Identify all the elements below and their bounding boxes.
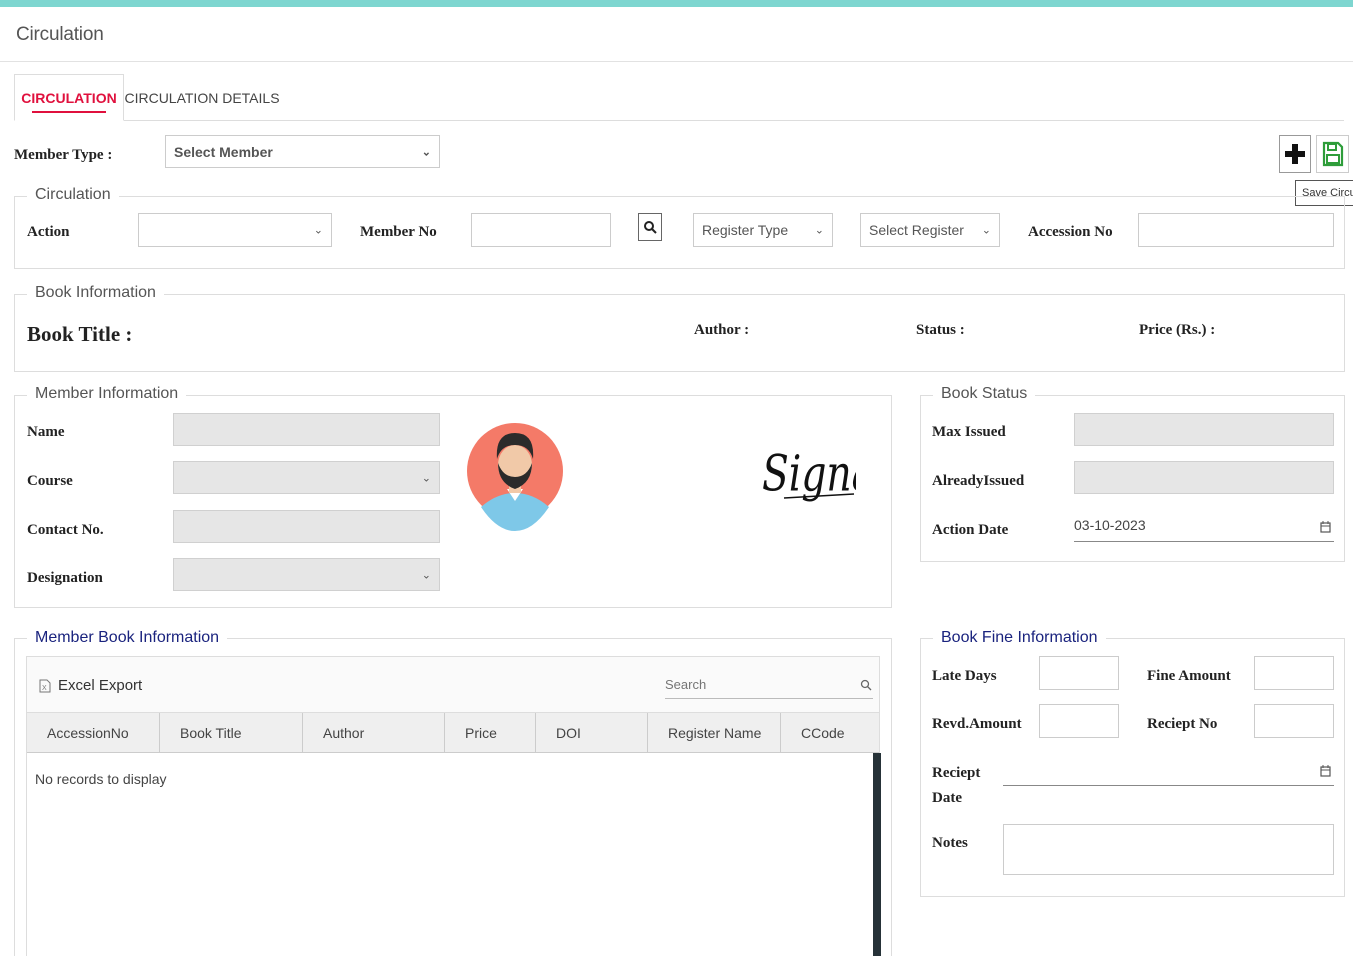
tab-divider (14, 120, 1344, 121)
reciept-no-label: Reciept No (1147, 716, 1218, 732)
column-header-accessionno[interactable]: AccessionNo (27, 713, 160, 753)
grid-search-input[interactable] (665, 671, 873, 699)
member-search-button[interactable] (638, 213, 662, 241)
column-header-book-title[interactable]: Book Title (160, 713, 303, 753)
add-button[interactable] (1279, 135, 1311, 173)
reciept-date-input[interactable] (1003, 756, 1334, 786)
excel-icon: X (39, 679, 51, 692)
action-select[interactable]: ⌄ (138, 213, 332, 247)
designation-label: Designation (27, 570, 103, 586)
name-label: Name (27, 424, 65, 440)
contact-no-label: Contact No. (27, 522, 104, 538)
column-header-doi[interactable]: DOI (536, 713, 648, 753)
book-title-label: Book Title : (27, 322, 133, 346)
book-fine-information-legend: Book Fine Information (933, 629, 1106, 647)
column-header-ccode[interactable]: CCode (781, 713, 873, 753)
member-book-information-legend: Member Book Information (27, 629, 228, 647)
notes-label: Notes (932, 835, 968, 851)
active-tab-underline (32, 111, 106, 113)
action-date-value: 03-10-2023 (1074, 517, 1146, 533)
save-button[interactable] (1316, 135, 1349, 173)
chevron-down-icon: ⌄ (981, 224, 991, 237)
reciept-date-label-line2: Date (932, 790, 962, 806)
reciept-date-label-line1: Reciept (932, 765, 981, 781)
contact-no-input[interactable] (173, 510, 440, 543)
column-header-register-name[interactable]: Register Name (648, 713, 781, 753)
column-header-author[interactable]: Author (303, 713, 445, 753)
excel-export-button[interactable]: X Excel Export (39, 677, 142, 694)
accession-no-label: Accession No (1028, 224, 1113, 240)
svg-text:X: X (42, 685, 47, 692)
search-icon (644, 221, 657, 234)
tab-circulation-details[interactable]: CIRCULATION DETAILS (124, 74, 280, 121)
late-days-input[interactable] (1039, 656, 1119, 690)
tab-circulation-label: CIRCULATION (21, 89, 117, 106)
page-title: Circulation (16, 24, 104, 45)
status-label: Status : (916, 322, 965, 338)
reciept-date-label: Reciept Date (932, 765, 980, 807)
accession-no-input[interactable] (1138, 213, 1334, 247)
action-date-input[interactable]: 03-10-2023 (1074, 510, 1334, 542)
name-input[interactable] (173, 413, 440, 446)
fine-amount-input[interactable] (1254, 656, 1334, 690)
excel-export-label: Excel Export (58, 677, 143, 694)
member-no-input[interactable] (471, 213, 611, 247)
member-information-legend: Member Information (27, 385, 187, 403)
calendar-icon[interactable] (1320, 521, 1331, 533)
grid-toolbar: X Excel Export (27, 657, 879, 713)
select-register-select-value: Select Register (869, 222, 964, 238)
author-label: Author : (694, 322, 750, 338)
member-type-label: Member Type : (14, 147, 113, 163)
select-register-select[interactable]: Select Register ⌄ (860, 213, 1000, 247)
header-divider (0, 61, 1353, 62)
signature-text: Signature. (762, 444, 856, 503)
max-issued-label: Max Issued (932, 424, 1006, 440)
signature-image: Signature. (762, 444, 856, 503)
already-issued-input[interactable] (1074, 461, 1334, 494)
tab-circulation-details-label: CIRCULATION DETAILS (124, 89, 280, 106)
member-type-select[interactable]: Select Member ⌄ (165, 135, 440, 168)
grid-header: AccessionNo Book Title Author Price DOI … (27, 713, 879, 753)
grid-scrollbar[interactable] (873, 753, 881, 956)
save-icon (1322, 141, 1343, 167)
price-label: Price (Rs.) : (1139, 322, 1216, 338)
calendar-icon[interactable] (1320, 765, 1331, 777)
register-type-select-value: Register Type (702, 222, 789, 238)
no-records-message: No records to display (35, 771, 167, 787)
member-type-select-value: Select Member (174, 143, 273, 160)
revd-amount-input[interactable] (1039, 704, 1119, 738)
avatar (467, 423, 563, 531)
member-book-grid: X Excel Export AccessionNo Book Title Au… (26, 656, 881, 956)
member-no-label: Member No (360, 224, 437, 240)
course-label: Course (27, 473, 73, 489)
book-status-legend: Book Status (933, 385, 1036, 403)
max-issued-input[interactable] (1074, 413, 1334, 446)
notes-textarea[interactable] (1003, 824, 1334, 875)
course-select[interactable]: ⌄ (173, 461, 440, 494)
action-label: Action (27, 224, 70, 240)
already-issued-label: AlreadyIssued (932, 473, 1025, 489)
register-type-select[interactable]: Register Type ⌄ (693, 213, 833, 247)
plus-icon (1285, 144, 1305, 164)
circulation-legend: Circulation (27, 186, 119, 204)
late-days-label: Late Days (932, 668, 997, 684)
chevron-down-icon: ⌄ (421, 146, 431, 158)
book-information-legend: Book Information (27, 284, 164, 302)
reciept-no-input[interactable] (1254, 704, 1334, 738)
designation-select[interactable]: ⌄ (173, 558, 440, 591)
fine-amount-label: Fine Amount (1147, 668, 1231, 684)
chevron-down-icon: ⌄ (421, 472, 431, 484)
search-icon (860, 679, 872, 691)
revd-amount-label: Revd.Amount (932, 716, 1022, 732)
chevron-down-icon: ⌄ (814, 224, 824, 237)
chevron-down-icon: ⌄ (313, 224, 323, 237)
tab-circulation[interactable]: CIRCULATION (14, 74, 124, 121)
top-accent-bar (0, 0, 1353, 7)
column-header-price[interactable]: Price (445, 713, 536, 753)
chevron-down-icon: ⌄ (421, 569, 431, 581)
action-date-label: Action Date (932, 522, 1009, 538)
